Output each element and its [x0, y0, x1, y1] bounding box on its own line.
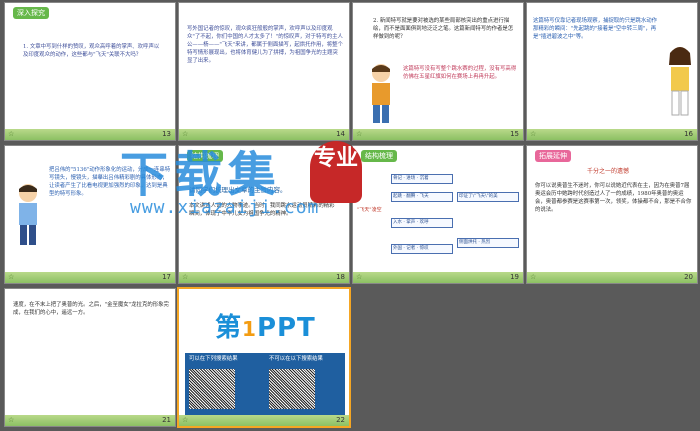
- slide-star-icon[interactable]: ☆: [530, 129, 536, 139]
- slide-thumbnail[interactable]: 2. 新闻特写就是要对被选的某些局部核突出的重点进行描绘，而不是面面俱到地泛泛之…: [352, 2, 524, 141]
- slide-footer: [5, 272, 175, 283]
- slide-thumbnail[interactable]: 结构梳理 请同学们梳理出文章的主旨内容。 本文讲述人记的人物事迹。当时，我同跳水…: [178, 145, 350, 284]
- slide-star-icon[interactable]: ☆: [182, 272, 188, 282]
- info-panel: 可以在下列搜索结果 不可以在以下搜索结果: [185, 353, 345, 415]
- slide-text: 请同学们梳理出文章的主旨内容。: [189, 186, 287, 194]
- mindmap-root: "飞天"凌空: [357, 207, 382, 213]
- slide-footer: [5, 415, 175, 426]
- slide-number: 19: [510, 273, 519, 281]
- slide-thumbnail[interactable]: 把吕伟的"5136"动作形象化的运动，分成一连串特写镜头，慢镜头，描摹出吕伟精彩…: [4, 145, 176, 284]
- slide-star-icon[interactable]: ☆: [8, 129, 14, 139]
- slide-thumbnail[interactable]: 结构梳理 "飞天"凌空 骨记 · 进场 · 沉着 起跳 · 翻腾 · 飞天 入水…: [352, 145, 524, 284]
- slide-number: 22: [336, 416, 345, 424]
- slide-number: 14: [336, 130, 345, 138]
- panel-right-label: 不可以在以下搜索结果: [269, 356, 323, 362]
- slide-number: 15: [510, 130, 519, 138]
- slide-subtext: 本文讲述人记的人物事迹。当时，我同跳水运动员精彩的精彩瞬间，体现了中华儿女为祖国…: [189, 203, 335, 217]
- slide-star-icon[interactable]: ☆: [530, 272, 536, 282]
- boy-illustration-icon: [372, 64, 390, 123]
- slide-star-icon[interactable]: ☆: [182, 415, 188, 425]
- slide-number: 21: [162, 416, 171, 424]
- boy-illustration-icon: [19, 184, 37, 245]
- slide-text: 写外国记者的惊叹，观众疯狂般般的掌声，欢呼声以及印度观众"了不起，你们中国的人才…: [187, 26, 343, 64]
- slide-thumbnail[interactable]: 写外国记者的惊叹，观众疯狂般般的掌声，欢呼声以及印度观众"了不起，你们中国的人才…: [178, 2, 350, 141]
- slide-text: 2. 新闻特写就是要对被选的某些局部核突出的重点进行描绘，而不是面面俱到地泛泛之…: [373, 18, 514, 40]
- qr-code-icon: [189, 369, 235, 409]
- mindmap-node: 侧面烘托 · 热烈: [457, 238, 519, 248]
- slide-title: 千分之一的遗憾: [587, 168, 630, 175]
- mindmap-node: 起跳 · 翻腾 · 飞天: [391, 192, 453, 202]
- mindmap-node: 骨记 · 进场 · 沉着: [391, 174, 453, 184]
- slide-star-icon[interactable]: ☆: [356, 272, 362, 282]
- slide-number: 20: [684, 273, 693, 281]
- slide-footer: [527, 272, 697, 283]
- slide-footer: [353, 272, 523, 283]
- slide-footer: [179, 129, 349, 140]
- slide-star-icon[interactable]: ☆: [8, 272, 14, 282]
- slide-star-icon[interactable]: ☆: [8, 415, 14, 425]
- slide-thumbnail[interactable]: 速度，在不末上把了奥普的光。之后，"金至魔女"龙拉克的形象完成，在我们的心中，遥…: [4, 288, 176, 427]
- section-tag: 结构梳理: [361, 150, 397, 162]
- slide-text: 你可以说奥普生不迷时，你可以说她近代表在主，因为在奥普7届奥运会历中她跨时代创造…: [535, 183, 692, 213]
- section-tag: 结构梳理: [187, 150, 223, 162]
- slide-text: 这篇特写仅靠记者现场观察，捕捉取的只是跳水动作那精彩的瞬间："先起跳的"接着是"…: [533, 18, 657, 40]
- slide-thumbnail[interactable]: 这篇特写仅靠记者现场观察，捕捉取的只是跳水动作那精彩的瞬间："先起跳的"接着是"…: [526, 2, 698, 141]
- panel-left-label: 可以在下列搜索结果: [189, 356, 238, 362]
- slide-subtext: 这篇特写没有写整个跳水赛的过程，没有写高得仿佛在五星红旗如何在赛场上冉冉升起。: [403, 66, 517, 80]
- slide-grid: 深入探究 1. 文章中写到什样的赞叹，观众高呼着的掌声、欢呼声以及印度观众的动作…: [4, 2, 698, 428]
- slide-footer: [527, 129, 697, 140]
- slide-text: 把吕伟的"5136"动作形象化的运动，分成一连串特写镜头，慢镜头，描摹出吕伟精彩…: [49, 167, 171, 197]
- slide-number: 13: [162, 130, 171, 138]
- slide-number: 17: [162, 273, 171, 281]
- slide-footer: [179, 415, 349, 426]
- qr-code-icon: [269, 369, 315, 409]
- slide-number: 18: [336, 273, 345, 281]
- slide-footer: [5, 129, 175, 140]
- slide-thumbnail[interactable]: 深入探究 1. 文章中写到什样的赞叹，观众高呼着的掌声、欢呼声以及印度观众的动作…: [4, 2, 176, 141]
- slide-text: 1. 文章中写到什样的赞叹，观众高呼着的掌声、欢呼声以及印度观众的动作，这些都与…: [23, 44, 160, 58]
- slide-text: 速度，在不末上把了奥普的光。之后，"金至魔女"龙拉克的形象完成，在我们的心中，遥…: [13, 302, 169, 316]
- slide-number: 16: [684, 130, 693, 138]
- mindmap-node: 印证了\"飞天\"的美: [457, 192, 519, 202]
- slide-thumbnail[interactable]: 拓展延伸 千分之一的遗憾 你可以说奥普生不迷时，你可以说她近代表在主，因为在奥普…: [526, 145, 698, 284]
- slide-footer: [353, 129, 523, 140]
- slide-star-icon[interactable]: ☆: [182, 129, 188, 139]
- section-tag: 深入探究: [13, 7, 49, 19]
- mindmap-node: 外国 · 记者 · 惊叹: [391, 244, 453, 254]
- slide-footer: [179, 272, 349, 283]
- brand-logo: 第1PPT: [215, 313, 316, 343]
- girl-illustration-icon: [669, 47, 691, 116]
- slide-thumbnail[interactable]: 第1PPT 可以在下列搜索结果 不可以在以下搜索结果 ☆ 22: [177, 287, 351, 428]
- section-tag: 拓展延伸: [535, 150, 571, 162]
- slide-star-icon[interactable]: ☆: [356, 129, 362, 139]
- mindmap-node: 入水 · 掌声 · 欢呼: [391, 218, 453, 228]
